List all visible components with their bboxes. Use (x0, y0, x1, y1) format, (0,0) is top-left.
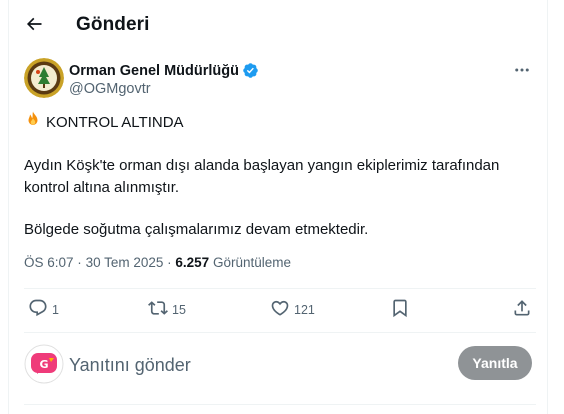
tweet-actions: 1 15 121 (24, 294, 536, 326)
divider (24, 404, 536, 405)
user-logo-icon: G (24, 344, 64, 384)
more-horizontal-icon (513, 61, 531, 84)
more-options-button[interactable] (508, 62, 536, 82)
author-handle[interactable]: @OGMgovtr (69, 81, 151, 97)
ogm-logo-icon (24, 58, 64, 98)
back-button[interactable] (18, 10, 50, 42)
bookmark-icon (390, 298, 410, 321)
reply-action[interactable]: 1 (28, 298, 59, 321)
tweet-meta: ÖS 6:07 · 30 Tem 2025 · 6.257 Görüntülem… (24, 255, 291, 270)
verified-badge-icon (242, 62, 259, 79)
tweet-date[interactable]: 30 Tem 2025 (86, 255, 164, 270)
author-name[interactable]: Orman Genel Müdürlüğü (69, 62, 259, 79)
retweet-icon (148, 298, 168, 321)
tweet-headline: KONTROL ALTINDA (46, 113, 184, 131)
like-count: 121 (294, 302, 315, 317)
views-label: Görüntüleme (212, 255, 292, 270)
retweet-count: 15 (172, 302, 186, 317)
share-action[interactable] (512, 298, 532, 321)
reply-count: 1 (52, 302, 59, 317)
author-avatar[interactable] (24, 58, 64, 98)
page-header: Gönderi (8, 0, 540, 52)
author-name-text: Orman Genel Müdürlüğü (69, 62, 239, 79)
retweet-action[interactable]: 15 (148, 298, 186, 321)
share-icon (512, 298, 532, 321)
views-count: 6.257 (175, 255, 210, 270)
tweet-paragraph: Bölgede soğutma çalışmalarımız devam etm… (24, 221, 369, 238)
svg-text:G: G (39, 358, 48, 371)
reply-icon (28, 298, 48, 321)
tweet-text: KONTROL ALTINDA Aydın Köşk'te orman dışı… (24, 110, 524, 241)
heart-icon (270, 298, 290, 321)
meta-separator: · (167, 255, 172, 270)
fire-emoji-icon (24, 110, 42, 135)
meta-separator: · (77, 255, 82, 270)
tweet-author: Orman Genel Müdürlüğü @OGMgovtr (24, 58, 536, 106)
user-avatar[interactable]: G (24, 344, 64, 384)
like-action[interactable]: 121 (270, 298, 315, 321)
reply-composer: G Yanıtla (24, 340, 536, 388)
divider (24, 288, 536, 289)
bookmark-action[interactable] (390, 298, 410, 321)
tweet-time[interactable]: ÖS 6:07 (24, 255, 74, 270)
page-title: Gönderi (76, 14, 150, 35)
reply-submit-button[interactable]: Yanıtla (458, 346, 532, 380)
divider (24, 332, 536, 333)
reply-input[interactable] (69, 352, 439, 378)
arrow-left-icon (24, 14, 44, 39)
tweet-paragraph: Aydın Köşk'te orman dışı alanda başlayan… (24, 157, 500, 196)
